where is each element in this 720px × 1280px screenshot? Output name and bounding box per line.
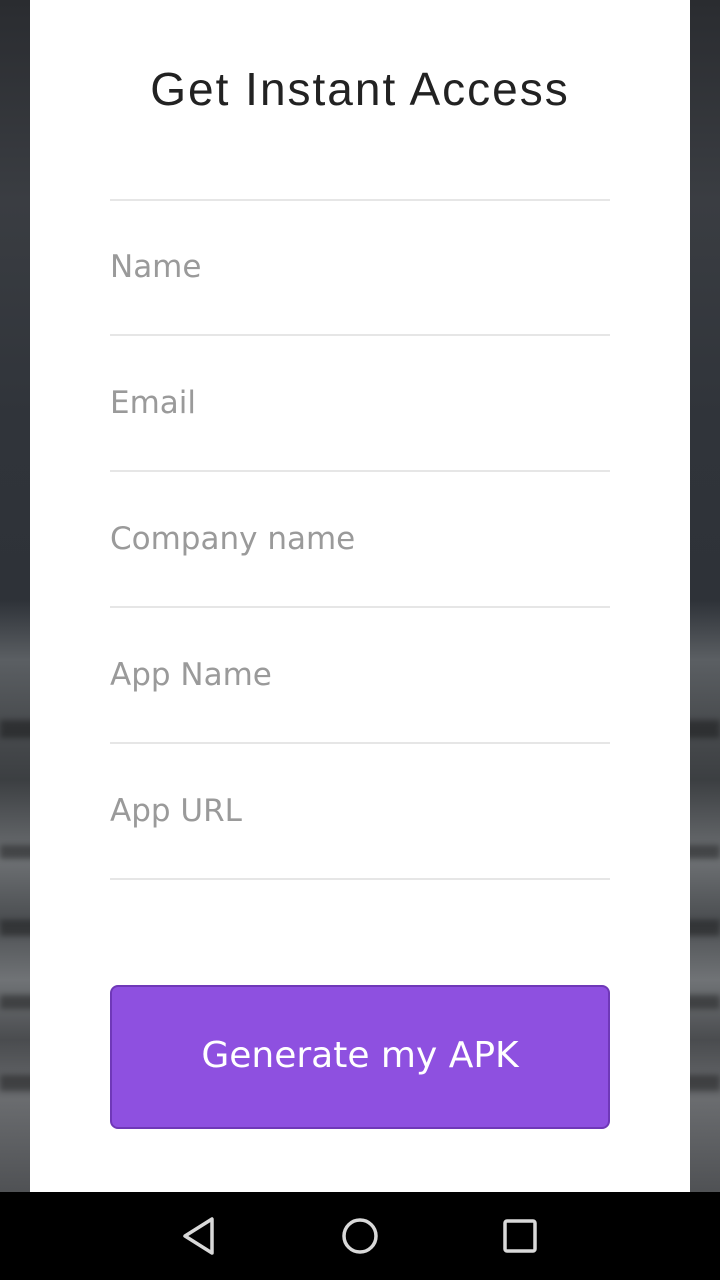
app-url-input[interactable]	[110, 786, 610, 836]
form-title: Get Instant Access	[150, 63, 570, 115]
app-name-field	[110, 610, 610, 744]
back-icon[interactable]	[178, 1214, 222, 1258]
screen: Get Instant Access Generate my APK	[0, 0, 720, 1280]
generate-apk-button[interactable]: Generate my APK	[110, 985, 610, 1129]
email-input[interactable]	[110, 378, 610, 428]
name-field	[110, 202, 610, 336]
name-input[interactable]	[110, 242, 610, 292]
company-name-field	[110, 474, 610, 608]
company-name-input[interactable]	[110, 514, 610, 564]
email-field	[110, 338, 610, 472]
app-url-field	[110, 746, 610, 880]
title-divider	[110, 199, 610, 201]
home-icon[interactable]	[338, 1214, 382, 1258]
recents-icon[interactable]	[498, 1214, 542, 1258]
android-nav-bar	[0, 1192, 720, 1280]
app-name-input[interactable]	[110, 650, 610, 700]
